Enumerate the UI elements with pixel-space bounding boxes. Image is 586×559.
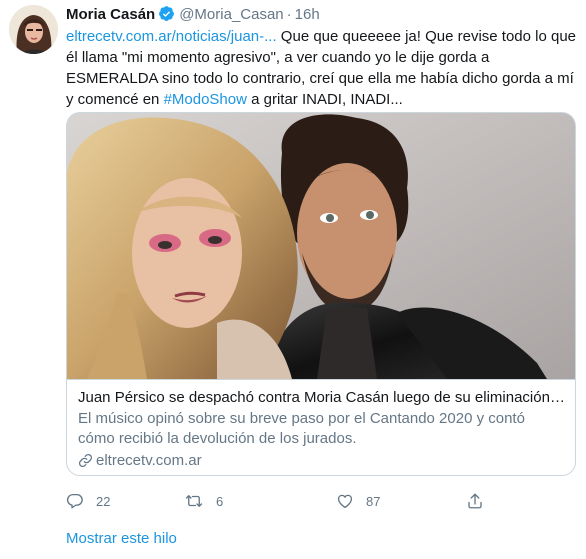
link-icon bbox=[78, 453, 93, 468]
card-description: El músico opinó sobre su breve paso por … bbox=[78, 410, 525, 447]
card-image[interactable] bbox=[67, 113, 575, 379]
tweet-text: eltrecetv.com.ar/noticias/juan-... Que q… bbox=[66, 26, 578, 110]
author-handle[interactable]: @Moria_Casan bbox=[179, 6, 283, 23]
link-preview-card[interactable]: Juan Pérsico se despachó contra Moria Ca… bbox=[66, 112, 576, 476]
tweet-header: Moria Casán @Moria_Casan · 16h bbox=[66, 5, 320, 28]
retweet-count: 6 bbox=[216, 493, 224, 509]
tweet-text-part2: a gritar INADI, INADI... bbox=[246, 91, 403, 108]
show-thread-link[interactable]: Mostrar este hilo bbox=[66, 530, 177, 547]
card-domain: eltrecetv.com.ar bbox=[78, 451, 565, 471]
share-icon bbox=[468, 493, 482, 509]
separator-dot: · bbox=[286, 6, 292, 23]
hashtag-link[interactable]: #ModoShow bbox=[164, 91, 247, 108]
card-domain-text: eltrecetv.com.ar bbox=[96, 452, 202, 469]
author-name[interactable]: Moria Casán bbox=[66, 6, 155, 23]
share-button[interactable] bbox=[466, 489, 484, 513]
tweet-actions: 22 6 87 bbox=[66, 489, 536, 513]
avatar[interactable] bbox=[9, 5, 58, 54]
tweet-timestamp[interactable]: 16h bbox=[295, 6, 320, 23]
like-button[interactable]: 87 bbox=[336, 489, 380, 513]
retweet-icon bbox=[185, 495, 203, 507]
card-body: Juan Pérsico se despachó contra Moria Ca… bbox=[67, 379, 575, 475]
card-title: Juan Pérsico se despachó contra Moria Ca… bbox=[78, 389, 565, 406]
reply-icon bbox=[66, 493, 83, 509]
verified-badge-icon bbox=[158, 5, 175, 28]
reply-count: 22 bbox=[96, 493, 111, 509]
like-count: 87 bbox=[366, 493, 381, 509]
tweet-link[interactable]: eltrecetv.com.ar/noticias/juan-... bbox=[66, 28, 277, 45]
reply-button[interactable]: 22 bbox=[66, 489, 110, 513]
like-icon bbox=[337, 494, 353, 509]
retweet-button[interactable]: 6 bbox=[184, 489, 223, 513]
tweet[interactable]: Moria Casán @Moria_Casan · 16h eltrecetv.co… bbox=[0, 0, 586, 559]
